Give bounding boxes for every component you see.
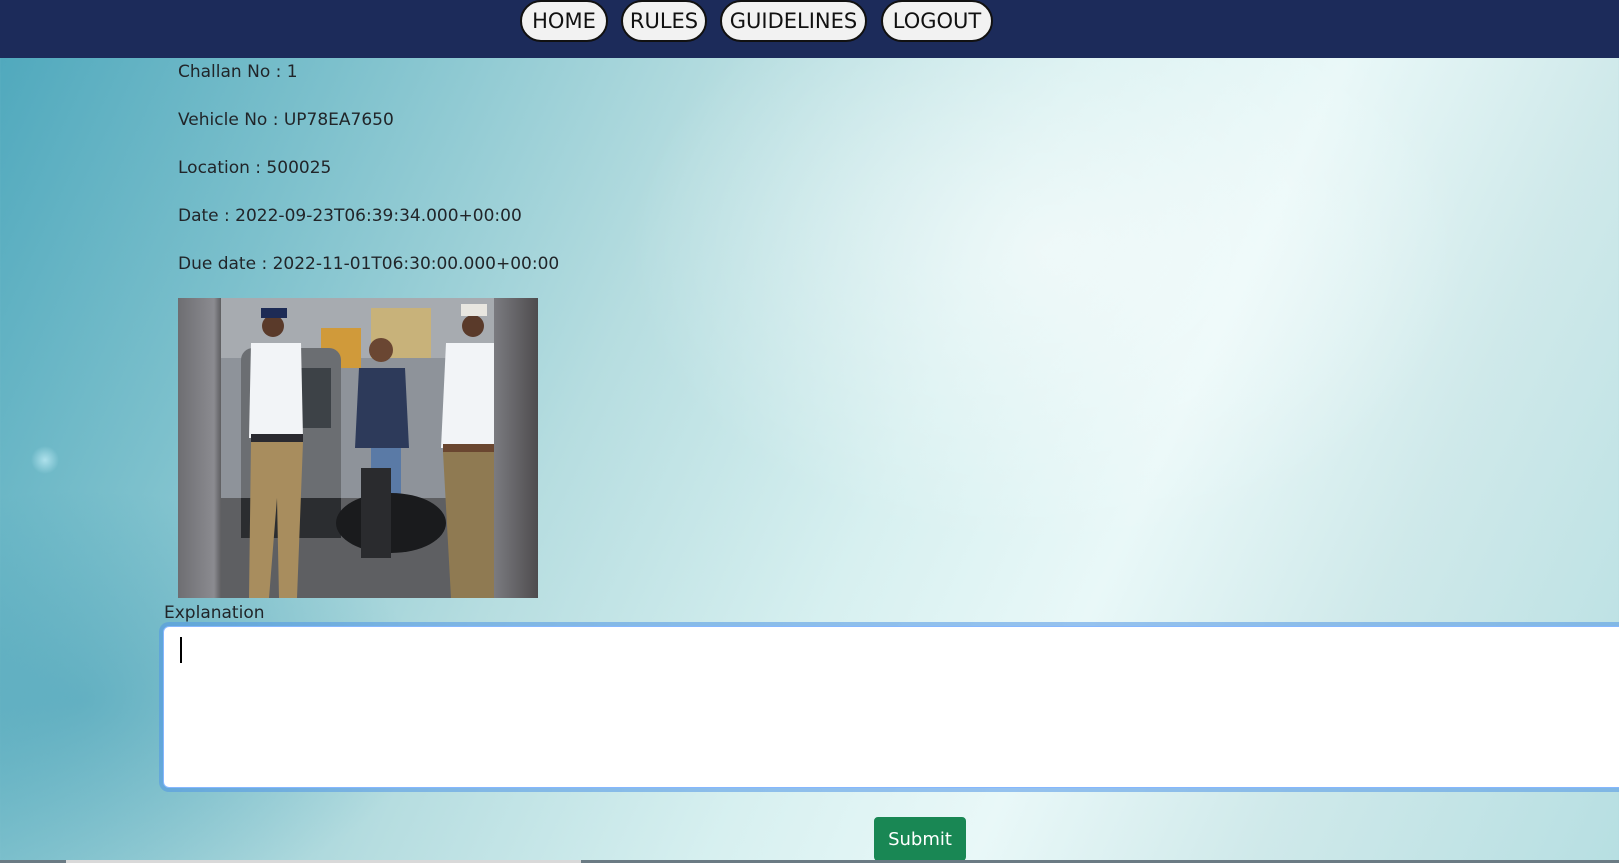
photo-border-right: [494, 298, 538, 598]
explanation-textarea[interactable]: [163, 626, 1619, 788]
due-date: Due date : 2022-11-01T06:30:00.000+00:00: [178, 254, 560, 274]
nav-rules-button[interactable]: RULES: [621, 0, 707, 42]
challan-date: Date : 2022-09-23T06:39:34.000+00:00: [178, 206, 522, 226]
text-cursor: [180, 637, 182, 663]
location: Location : 500025: [178, 158, 332, 178]
violation-photo: [178, 298, 538, 598]
traffic-police-scene-image: [221, 298, 494, 598]
explanation-label: Explanation: [164, 603, 265, 623]
nav-home-button[interactable]: HOME: [520, 0, 608, 42]
violation-photo-scene: [221, 298, 494, 598]
nav-logout-button[interactable]: LOGOUT: [881, 0, 993, 42]
nav-guidelines-button[interactable]: GUIDELINES: [720, 0, 867, 42]
top-navbar: HOME RULES GUIDELINES LOGOUT: [0, 0, 1619, 58]
vehicle-number: Vehicle No : UP78EA7650: [178, 110, 394, 130]
challan-number: Challan No : 1: [178, 62, 298, 82]
submit-button[interactable]: Submit: [874, 817, 966, 861]
